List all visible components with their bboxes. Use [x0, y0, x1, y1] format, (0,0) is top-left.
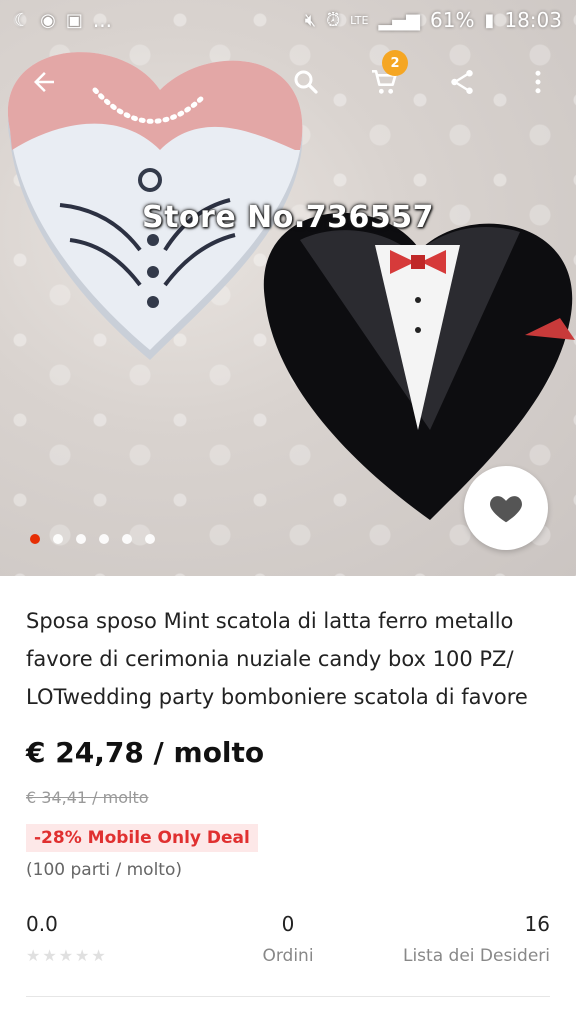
orders-count: 0 [281, 912, 295, 936]
star-icon: ★ [42, 946, 57, 965]
search-button[interactable] [278, 54, 334, 110]
battery-percent: 61% [430, 8, 475, 32]
search-icon [294, 70, 318, 94]
moon-icon: ☾ [14, 9, 31, 31]
product-image-carousel[interactable]: ☾ ◉ ▣ ... 🔇︎ ⏰︎ LTE ▂▄▆ 61% ▮ 18:03 2 St… [0, 0, 576, 576]
orders-label: Ordini [262, 946, 314, 966]
orders-stat[interactable]: 0 Ordini [252, 912, 324, 966]
product-details: Sposa sposo Mint scatola di latta ferro … [0, 576, 576, 1024]
back-button[interactable] [16, 54, 72, 110]
signal-icon: ▂▄▆ [378, 9, 420, 31]
wishlist-count: 16 [524, 912, 550, 936]
battery-icon: ▮ [484, 9, 495, 31]
carousel-dot[interactable] [30, 534, 40, 544]
divider [26, 996, 550, 997]
star-icon: ★ [91, 946, 106, 965]
share-icon [451, 70, 473, 94]
carousel-dot[interactable] [76, 534, 86, 544]
carousel-dot[interactable] [53, 534, 63, 544]
status-bar: ☾ ◉ ▣ ... 🔇︎ ⏰︎ LTE ▂▄▆ 61% ▮ 18:03 [0, 0, 576, 40]
carousel-dot[interactable] [122, 534, 132, 544]
star-icon: ★ [58, 946, 74, 965]
carousel-dot[interactable] [145, 534, 155, 544]
rating-value: 0.0 [26, 912, 58, 936]
cart-button[interactable]: 2 [356, 50, 412, 110]
rating-stars: ★ ★ ★ ★ ★ [26, 948, 106, 964]
product-title: Sposa sposo Mint scatola di latta ferro … [26, 609, 528, 709]
network-type: LTE [350, 13, 369, 27]
wishlist-label: Lista dei Desideri [402, 946, 550, 966]
lot-size-note: (100 parti / molto) [26, 860, 182, 880]
star-icon: ★ [75, 946, 90, 965]
share-button[interactable] [434, 54, 490, 110]
carousel-indicator [30, 534, 155, 544]
cart-count-badge: 2 [382, 50, 408, 76]
store-watermark: Store No.736557 [141, 200, 434, 235]
mobile-deal-badge: -28% Mobile Only Deal [26, 824, 258, 852]
mute-icon: 🔇︎ [304, 9, 317, 31]
star-icon: ★ [26, 946, 41, 965]
wishlist-stat[interactable]: 16 Lista dei Desideri [403, 912, 550, 966]
image-icon: ▣ [65, 9, 83, 31]
app-toolbar: 2 [0, 50, 576, 114]
more-vert-icon [535, 70, 541, 94]
product-price: € 24,78 / molto [26, 736, 265, 769]
clock: 18:03 [504, 8, 562, 32]
arrow-left-icon [34, 72, 54, 92]
carousel-dot[interactable] [99, 534, 109, 544]
whatsapp-icon: ◉ [40, 9, 56, 31]
add-to-wishlist-button[interactable] [464, 466, 548, 550]
heart-icon [490, 496, 522, 523]
alarm-icon: ⏰︎ [326, 9, 341, 31]
rating-stat[interactable]: 0.0 ★ ★ ★ ★ ★ [26, 912, 106, 964]
more-notifications: ... [92, 8, 112, 32]
original-price: € 34,41 / molto [26, 788, 149, 807]
more-options-button[interactable] [510, 54, 566, 110]
